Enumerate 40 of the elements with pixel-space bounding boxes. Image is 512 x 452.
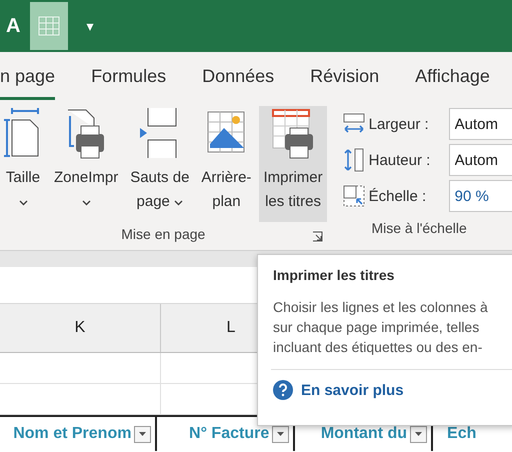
filter-dropdown-button[interactable] — [134, 426, 152, 442]
caret-icon — [415, 432, 422, 436]
ribbon-tab[interactable]: Formules — [91, 52, 166, 100]
ribbon-button[interactable]: Sauts de page — [126, 106, 194, 222]
learn-more-link[interactable]: En savoir plus — [273, 380, 512, 400]
group-label: Mise à l'échelle — [371, 220, 468, 236]
help-icon — [273, 380, 293, 400]
customize-toolbar-button[interactable]: ▾ — [86, 18, 94, 34]
filter-dropdown-button[interactable] — [272, 426, 290, 442]
scale-icon — [342, 185, 365, 207]
font-letter-icon[interactable]: A — [6, 14, 20, 38]
table-header-cell: Ech — [447, 425, 476, 443]
print-titles-icon — [271, 106, 316, 160]
group-label: Mise en page — [121, 226, 206, 242]
ribbon-tab[interactable]: Affichage — [415, 52, 490, 100]
width-icon — [342, 113, 365, 135]
field-label: Hauteur : — [368, 152, 432, 168]
field-label: Largeur : — [368, 116, 430, 132]
table-header-cell: Montant du — [320, 425, 408, 443]
ribbon-button[interactable]: Arrière- plan — [197, 106, 256, 222]
tooltip-title: Imprimer les titres — [273, 267, 396, 283]
ribbon-button[interactable]: Imprimer les titres — [259, 106, 327, 222]
ribbon-tab[interactable]: Révision — [310, 52, 380, 100]
grid-icon — [38, 16, 60, 36]
caret-icon — [277, 432, 284, 436]
table-header-cell: N° Facture — [189, 425, 270, 443]
field-label: Échelle : — [368, 188, 428, 204]
dialog-launcher-icon[interactable] — [312, 231, 323, 242]
table-header-cell: Nom et Prenom — [13, 425, 132, 443]
caret-icon — [139, 432, 146, 436]
ribbon-button[interactable]: Taille — [0, 106, 46, 222]
page-size-icon — [4, 106, 42, 160]
ribbon-button[interactable]: ZoneImpr — [50, 106, 122, 222]
column-header[interactable]: K — [0, 304, 161, 352]
filter-dropdown-button[interactable] — [410, 426, 428, 442]
scale-field[interactable]: 90 % — [448, 180, 512, 212]
ribbon-tab[interactable]: Données — [202, 52, 274, 100]
scale-field[interactable]: Autom — [448, 108, 512, 140]
scale-field[interactable]: Autom — [448, 144, 512, 176]
height-icon — [342, 148, 365, 172]
